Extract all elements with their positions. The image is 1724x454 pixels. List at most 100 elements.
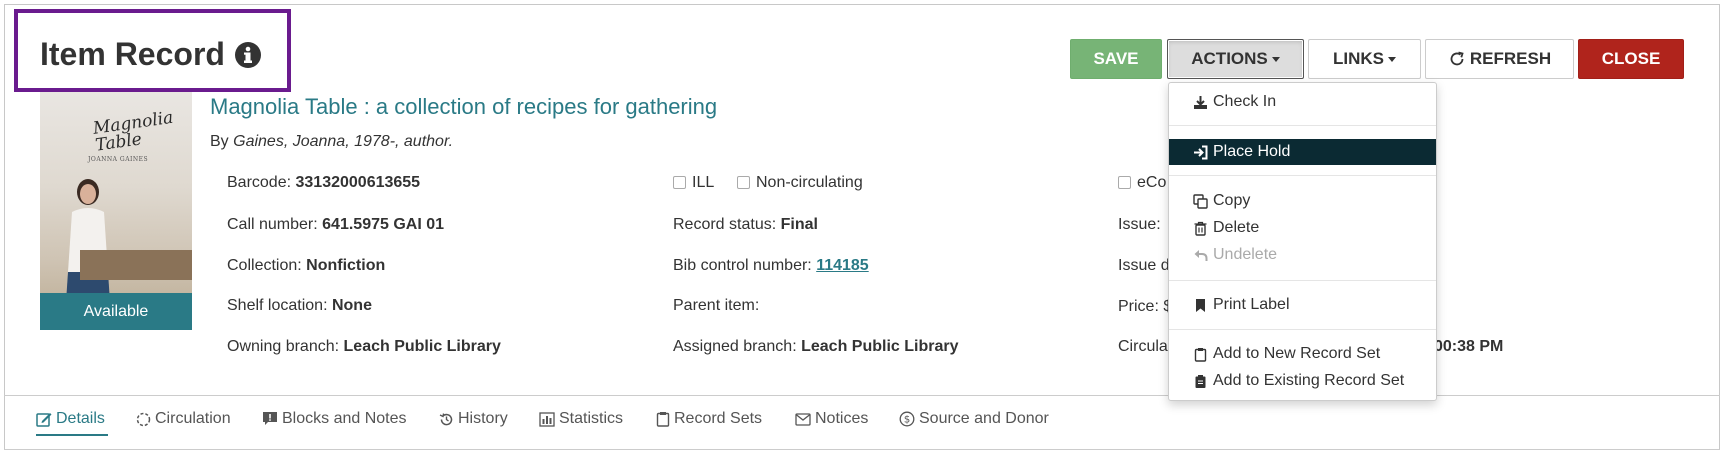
menu-divider xyxy=(1169,175,1436,176)
tab-details[interactable]: Details xyxy=(36,410,105,428)
info-icon[interactable] xyxy=(234,41,262,69)
shelf-location-label: Shelf location: xyxy=(227,297,328,314)
tab-notices[interactable]: Notices xyxy=(795,410,868,428)
menu-item-add-new-record-set[interactable]: Add to New Record Set xyxy=(1169,341,1436,367)
tab-notices-label: Notices xyxy=(815,410,869,427)
author-name: Gaines, Joanna, 1978-, author. xyxy=(233,133,454,150)
price-field: Price: $ xyxy=(1118,298,1172,316)
page-title: Item Record xyxy=(40,36,225,72)
tab-record-sets[interactable]: Record Sets xyxy=(656,410,762,428)
tab-circulation-label: Circulation xyxy=(155,410,231,427)
close-button[interactable]: CLOSE xyxy=(1578,39,1684,79)
tab-source-and-donor[interactable]: $ Source and Donor xyxy=(899,410,1049,428)
trash-icon xyxy=(1194,221,1207,236)
menu-divider xyxy=(1169,280,1436,281)
menu-item-print-label[interactable]: Print Label xyxy=(1169,292,1436,318)
check-in-label: Check In xyxy=(1213,93,1277,110)
svg-text:$: $ xyxy=(904,415,910,426)
menu-item-undelete[interactable]: Undelete xyxy=(1169,242,1436,268)
edit-icon xyxy=(36,413,52,427)
barcode-label: Barcode: xyxy=(227,174,292,191)
availability-badge: Available xyxy=(40,293,192,330)
menu-item-delete[interactable]: Delete xyxy=(1169,215,1436,241)
bookmark-icon xyxy=(1196,298,1205,312)
author-prefix: By xyxy=(210,133,229,150)
menu-item-add-existing-record-set[interactable]: Add to Existing Record Set xyxy=(1169,368,1436,394)
ecollection-label: eCo xyxy=(1137,174,1167,191)
menu-item-place-hold[interactable]: Place Hold xyxy=(1169,139,1436,165)
sign-in-icon xyxy=(1194,145,1208,159)
shelf-location-value: None xyxy=(331,297,372,314)
ecollection-checkbox[interactable] xyxy=(1118,176,1131,189)
cover-author: JOANNA GAINES xyxy=(88,156,149,163)
shelf-location-field: Shelf location: None xyxy=(227,297,372,315)
delete-label: Delete xyxy=(1213,219,1260,236)
clipboard-filled-icon xyxy=(1195,374,1206,388)
assigned-branch-label: Assigned branch: xyxy=(673,338,797,355)
barcode-field: Barcode: 33132000613655 xyxy=(227,174,420,192)
add-existing-record-set-label: Add to Existing Record Set xyxy=(1213,372,1405,389)
undo-icon xyxy=(1194,249,1208,261)
tab-details-label: Details xyxy=(56,410,105,427)
barcode-value: 33132000613655 xyxy=(295,174,421,191)
menu-item-copy[interactable]: Copy xyxy=(1169,188,1436,214)
collection-value: Nonfiction xyxy=(306,257,386,274)
copy-icon xyxy=(1193,193,1208,209)
non-circulating-label: Non-circulating xyxy=(756,174,863,191)
actions-button[interactable]: ACTIONS xyxy=(1167,39,1304,79)
download-icon xyxy=(1194,95,1207,109)
menu-divider xyxy=(1169,125,1436,126)
owning-branch-value: Leach Public Library xyxy=(343,338,501,355)
parent-item-label: Parent item: xyxy=(673,297,760,314)
dollar-circle-icon: $ xyxy=(899,411,915,427)
bib-control-field: Bib control number: 114185 xyxy=(673,257,869,275)
copy-label: Copy xyxy=(1213,192,1251,209)
ill-label: ILL xyxy=(692,174,715,191)
history-icon xyxy=(439,412,453,425)
caret-down-icon xyxy=(1388,56,1396,62)
circulation-field: Circula xyxy=(1118,338,1168,356)
title-highlight-box: Item Record xyxy=(14,9,291,92)
circulation-time: 00:38 PM xyxy=(1434,338,1504,355)
menu-divider xyxy=(1169,329,1436,330)
comment-alert-icon xyxy=(263,412,277,425)
issue-field: Issue: xyxy=(1118,216,1161,234)
bib-control-link[interactable]: 114185 xyxy=(816,257,869,274)
save-button[interactable]: SAVE xyxy=(1070,39,1162,79)
tab-source-label: Source and Donor xyxy=(919,410,1049,427)
envelope-icon xyxy=(795,412,811,426)
bib-control-label: Bib control number: xyxy=(673,257,812,274)
ill-checkbox[interactable] xyxy=(673,176,686,189)
tab-history[interactable]: History xyxy=(439,410,508,428)
call-number-label: Call number: xyxy=(227,216,318,233)
issue-date-label: Issue d xyxy=(1118,257,1170,274)
clipboard-icon xyxy=(1194,347,1207,362)
undelete-label: Undelete xyxy=(1213,246,1278,263)
book-title-link[interactable]: Magnolia Table : a collection of recipes… xyxy=(210,94,717,120)
ecollection-field: eCo xyxy=(1118,174,1166,192)
close-label: CLOSE xyxy=(1601,49,1661,68)
refresh-button[interactable]: REFRESH xyxy=(1425,39,1574,79)
assigned-branch-value: Leach Public Library xyxy=(801,338,959,355)
call-number-value: 641.5975 GAI 01 xyxy=(322,216,445,233)
non-circulating-checkbox[interactable] xyxy=(737,176,750,189)
tab-blocks-and-notes[interactable]: Blocks and Notes xyxy=(262,410,407,428)
tab-statistics[interactable]: Statistics xyxy=(539,410,623,428)
cover-table xyxy=(80,250,192,280)
save-label: SAVE xyxy=(1093,49,1139,68)
price-label: Price: $ xyxy=(1118,298,1173,315)
call-number-field: Call number: 641.5975 GAI 01 xyxy=(227,216,444,234)
tab-circulation[interactable]: Circulation xyxy=(136,410,231,428)
place-hold-label: Place Hold xyxy=(1213,143,1291,160)
record-status-field: Record status: Final xyxy=(673,216,818,234)
tab-history-label: History xyxy=(458,410,508,427)
non-circulating-field: Non-circulating xyxy=(737,174,863,192)
actions-label: ACTIONS xyxy=(1191,49,1268,68)
circulation-time-value: 00:38 PM xyxy=(1434,338,1503,356)
book-author: By Gaines, Joanna, 1978-, author. xyxy=(210,133,453,151)
links-button[interactable]: LINKS xyxy=(1308,39,1421,79)
cover-title: Magnolia Table xyxy=(91,107,175,156)
active-tab-indicator xyxy=(36,434,108,436)
owning-branch-field: Owning branch: Leach Public Library xyxy=(227,338,501,356)
menu-item-check-in[interactable]: Check In xyxy=(1169,89,1436,115)
